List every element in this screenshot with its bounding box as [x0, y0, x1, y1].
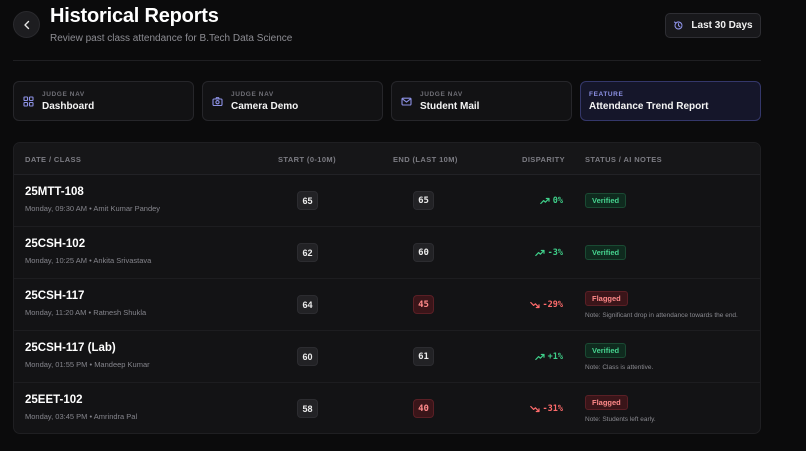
nav-card-kicker: FEATURE	[589, 90, 624, 98]
table-row[interactable]: 25CSH-117 (Lab) Monday, 01:55 PM • Mande…	[14, 331, 760, 383]
nav-card-label: Student Mail	[420, 100, 480, 112]
class-meta: Monday, 10:25 AM • Ankita Srivastava	[25, 256, 152, 265]
nav-card-kicker: JUDGE NAV	[42, 90, 85, 98]
ai-note: Note: Significant drop in attendance tow…	[585, 312, 738, 319]
class-code: 25CSH-117 (Lab)	[25, 342, 116, 354]
end-count: 65	[413, 191, 434, 210]
status-badge: Verified	[585, 245, 627, 260]
column-header-disparity: DISPARITY	[522, 155, 566, 164]
class-meta: Monday, 01:55 PM • Mandeep Kumar	[25, 360, 150, 369]
table-header: DATE / CLASS START (0-10M) END (LAST 10M…	[14, 143, 760, 175]
back-button[interactable]	[13, 11, 40, 38]
class-code: 25EET-102	[25, 394, 83, 406]
status-badge: Flagged	[585, 291, 628, 306]
chevron-left-icon	[23, 20, 29, 29]
disparity: +1%	[534, 352, 563, 362]
nav-card-kicker: JUDGE NAV	[420, 90, 463, 98]
disparity: -29%	[529, 300, 563, 310]
start-count: 58	[297, 399, 318, 418]
disparity-value: +1%	[547, 352, 563, 362]
page-title: Historical Reports	[50, 5, 219, 27]
disparity-value: -29%	[542, 300, 563, 310]
reports-table: DATE / CLASS START (0-10M) END (LAST 10M…	[13, 142, 761, 434]
date-range-label: Last 30 Days	[691, 20, 753, 31]
column-header-status: STATUS / AI NOTES	[585, 155, 663, 164]
nav-card-label: Attendance Trend Report	[589, 100, 709, 112]
column-header-end: END (LAST 10M)	[393, 155, 458, 164]
nav-card-student-mail[interactable]: JUDGE NAV Student Mail	[391, 81, 572, 121]
end-count: 61	[413, 347, 434, 366]
status-badge: Verified	[585, 193, 627, 208]
mail-icon	[401, 96, 412, 107]
class-code: 25CSH-102	[25, 238, 86, 250]
start-count: 60	[297, 347, 318, 366]
class-code: 25MTT-108	[25, 186, 84, 198]
disparity: -31%	[529, 404, 563, 414]
ai-note: Note: Students left early.	[585, 416, 656, 423]
class-code: 25CSH-117	[25, 290, 85, 302]
date-range-button[interactable]: Last 30 Days	[665, 13, 761, 38]
history-icon	[674, 21, 683, 30]
camera-icon	[212, 96, 223, 107]
status-badge: Flagged	[585, 395, 628, 410]
nav-card-label: Camera Demo	[231, 100, 299, 112]
end-count: 60	[413, 243, 434, 262]
end-count: 45	[413, 295, 434, 314]
nav-card-camera-demo[interactable]: JUDGE NAV Camera Demo	[202, 81, 383, 121]
disparity-value: -31%	[542, 404, 563, 414]
trend-up-icon	[534, 249, 545, 257]
class-meta: Monday, 03:45 PM • Amrindra Pal	[25, 412, 138, 421]
table-row[interactable]: 25CSH-102 Monday, 10:25 AM • Ankita Sriv…	[14, 227, 760, 279]
class-meta: Monday, 11:20 AM • Ratnesh Shukla	[25, 308, 147, 317]
column-header-date-class: DATE / CLASS	[25, 155, 82, 164]
disparity-value: 0%	[552, 196, 563, 206]
ai-note: Note: Class is attentive.	[585, 364, 654, 371]
start-count: 62	[297, 243, 318, 262]
nav-cards: JUDGE NAV Dashboard JUDGE NAV Camera Dem…	[13, 81, 761, 121]
nav-card-kicker: JUDGE NAV	[231, 90, 274, 98]
nav-card-label: Dashboard	[42, 100, 95, 112]
nav-card-dashboard[interactable]: JUDGE NAV Dashboard	[13, 81, 194, 121]
class-meta: Monday, 09:30 AM • Amit Kumar Pandey	[25, 204, 161, 213]
nav-card-attendance-trend-report[interactable]: FEATURE Attendance Trend Report	[580, 81, 761, 121]
status-badge: Verified	[585, 343, 627, 358]
trend-up-icon	[534, 353, 545, 361]
table-row[interactable]: 25EET-102 Monday, 03:45 PM • Amrindra Pa…	[14, 383, 760, 433]
disparity: 0%	[539, 196, 563, 206]
page-subtitle: Review past class attendance for B.Tech …	[50, 33, 293, 44]
table-row[interactable]: 25MTT-108 Monday, 09:30 AM • Amit Kumar …	[14, 175, 760, 227]
grid-icon	[23, 95, 34, 107]
end-count: 40	[413, 399, 434, 418]
trend-up-icon	[539, 197, 550, 205]
trend-down-icon	[529, 301, 540, 309]
start-count: 65	[297, 191, 318, 210]
column-header-start: START (0-10M)	[278, 155, 336, 164]
start-count: 64	[297, 295, 318, 314]
header-divider	[13, 60, 761, 61]
table-row[interactable]: 25CSH-117 Monday, 11:20 AM • Ratnesh Shu…	[14, 279, 760, 331]
trend-down-icon	[529, 405, 540, 413]
disparity-value: -3%	[547, 248, 563, 258]
disparity: -3%	[534, 248, 563, 258]
